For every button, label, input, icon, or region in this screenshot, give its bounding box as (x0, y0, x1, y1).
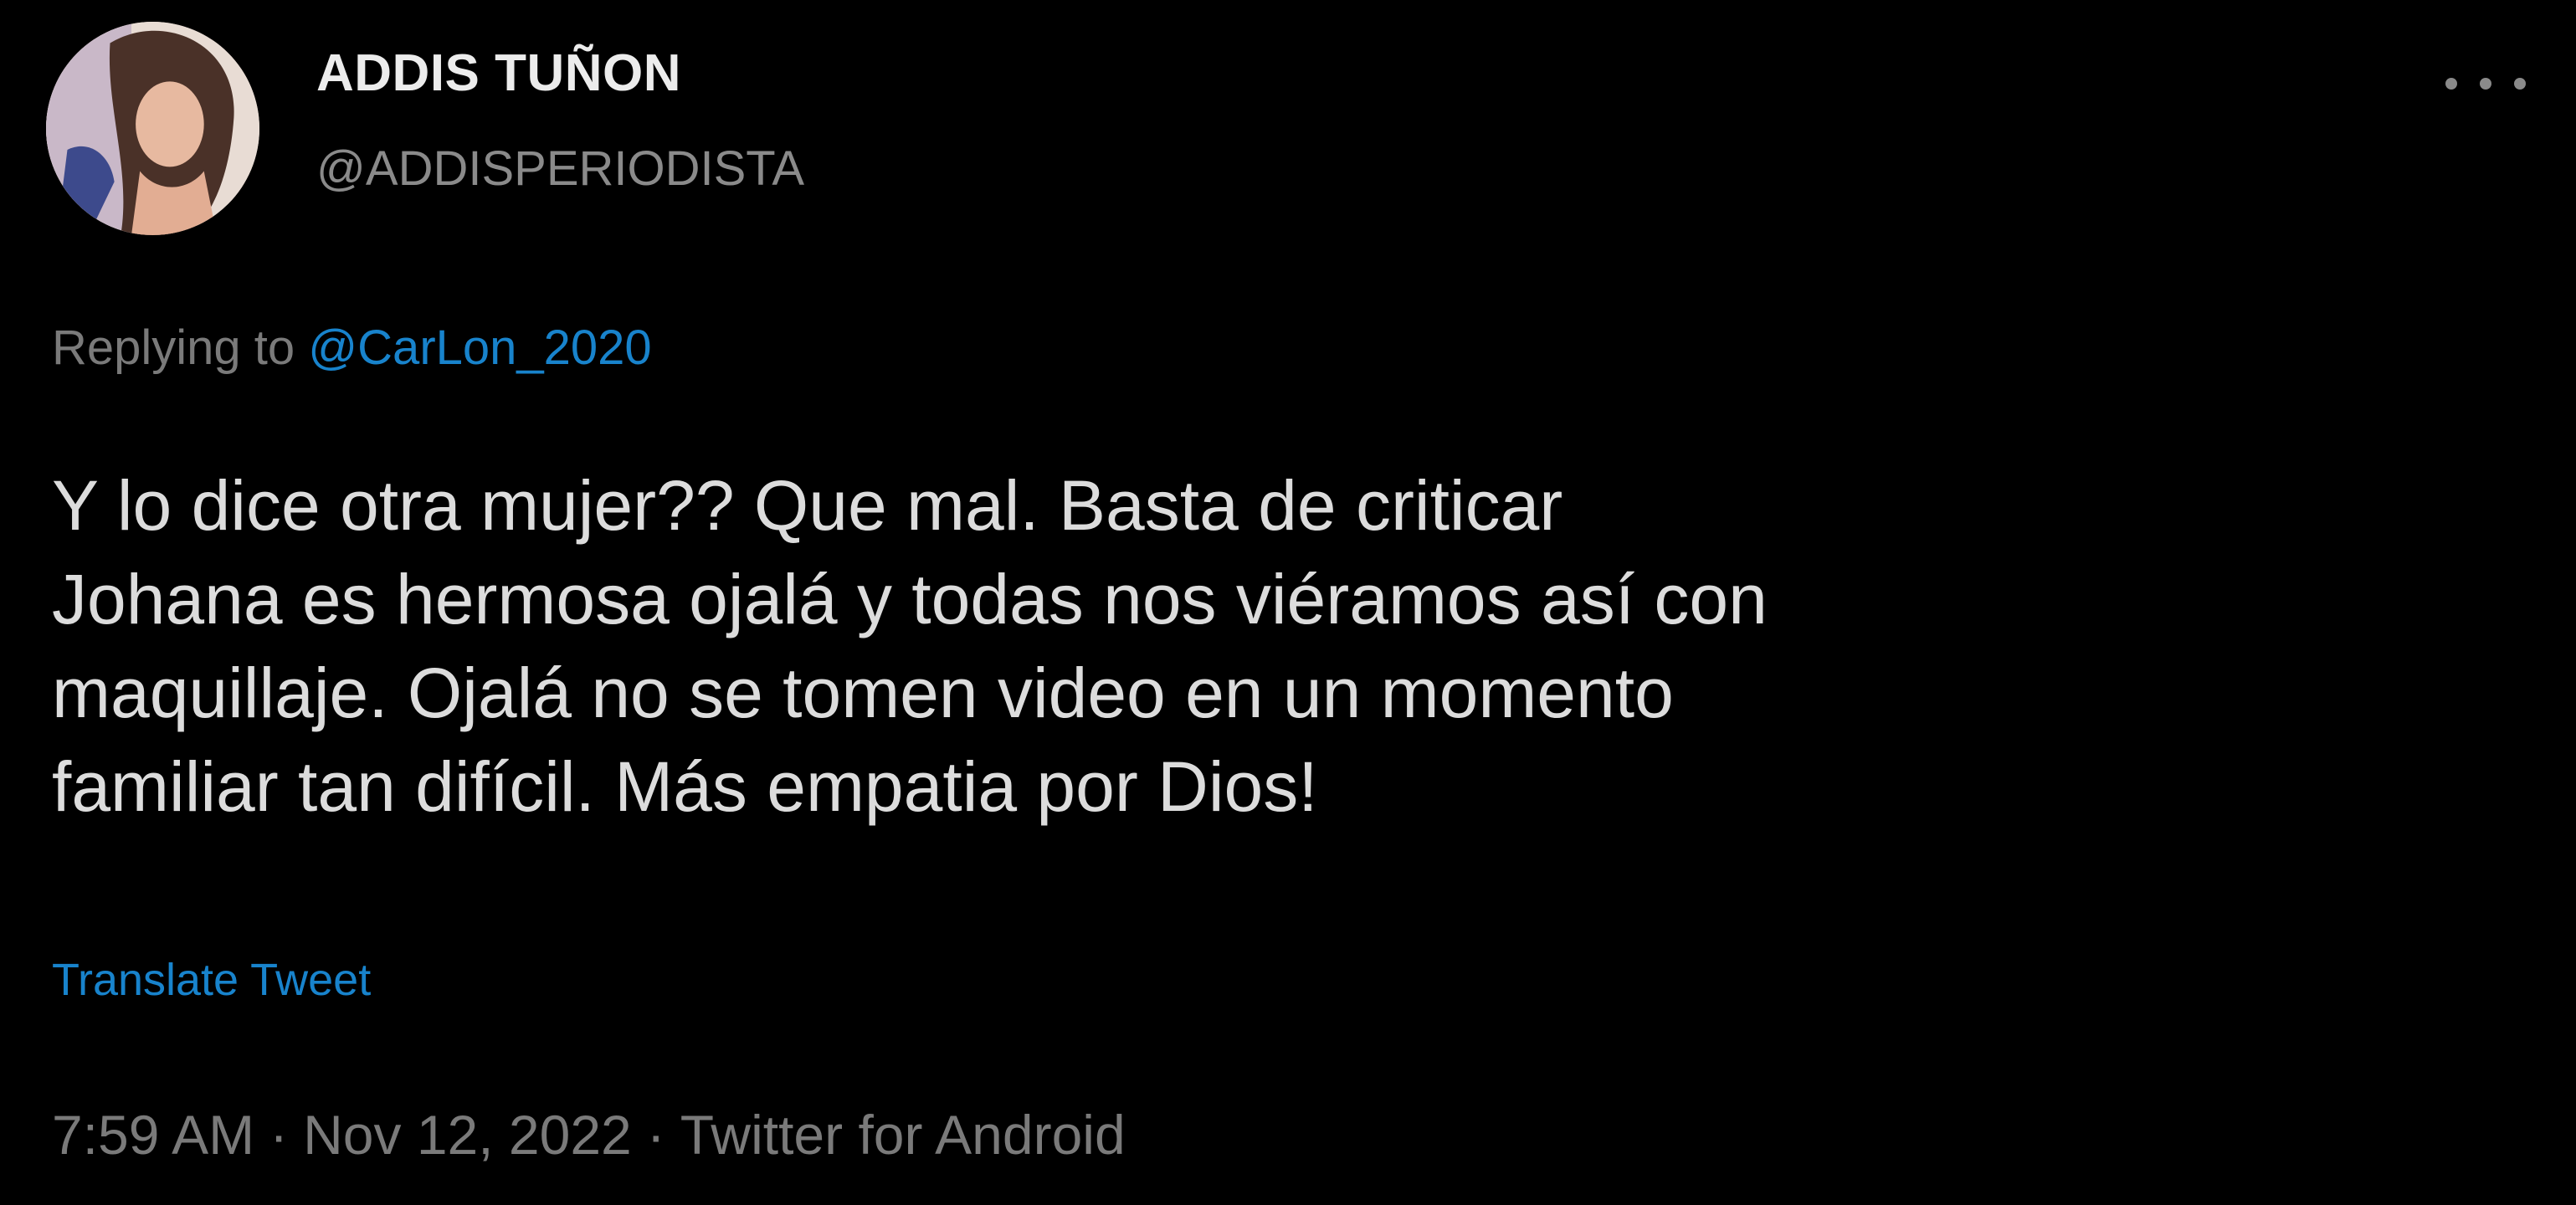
avatar[interactable] (46, 22, 259, 235)
replying-to: Replying to @CarLon_2020 (52, 320, 652, 376)
dot (2480, 78, 2491, 90)
translate-tweet-link[interactable]: Translate Tweet (52, 954, 371, 1006)
meta-separator: · (269, 1104, 289, 1166)
tweet-text: Y lo dice otra mujer?? Que mal. Basta de… (52, 459, 2521, 833)
meta-separator: · (646, 1104, 665, 1166)
tweet-line: Y lo dice otra mujer?? Que mal. Basta de… (52, 466, 1563, 545)
display-name[interactable]: ADDIS TUÑON (316, 44, 681, 103)
tweet-line: familiar tan difícil. Más empatia por Di… (52, 747, 1318, 826)
replying-prefix: Replying to (52, 320, 295, 375)
more-options-icon[interactable] (2445, 67, 2526, 100)
dot (2514, 78, 2526, 90)
tweet-card: ADDIS TUÑON @ADDISPERIODISTA Replying to… (0, 0, 2576, 1205)
tweet-line: Johana es hermosa ojalá y todas nos viér… (52, 560, 1768, 638)
tweet-source[interactable]: Twitter for Android (680, 1104, 1126, 1166)
tweet-time[interactable]: 7:59 AM (52, 1104, 254, 1166)
tweet-line: maquillaje. Ojalá no se tomen video en u… (52, 654, 1674, 732)
user-handle[interactable]: @ADDISPERIODISTA (316, 141, 804, 197)
tweet-meta: 7:59 AM · Nov 12, 2022 · Twitter for Android (52, 1103, 1126, 1167)
profile-photo (46, 22, 259, 235)
reply-mention-link[interactable]: @CarLon_2020 (308, 320, 651, 375)
dot (2445, 78, 2457, 90)
tweet-date[interactable]: Nov 12, 2022 (303, 1104, 632, 1166)
